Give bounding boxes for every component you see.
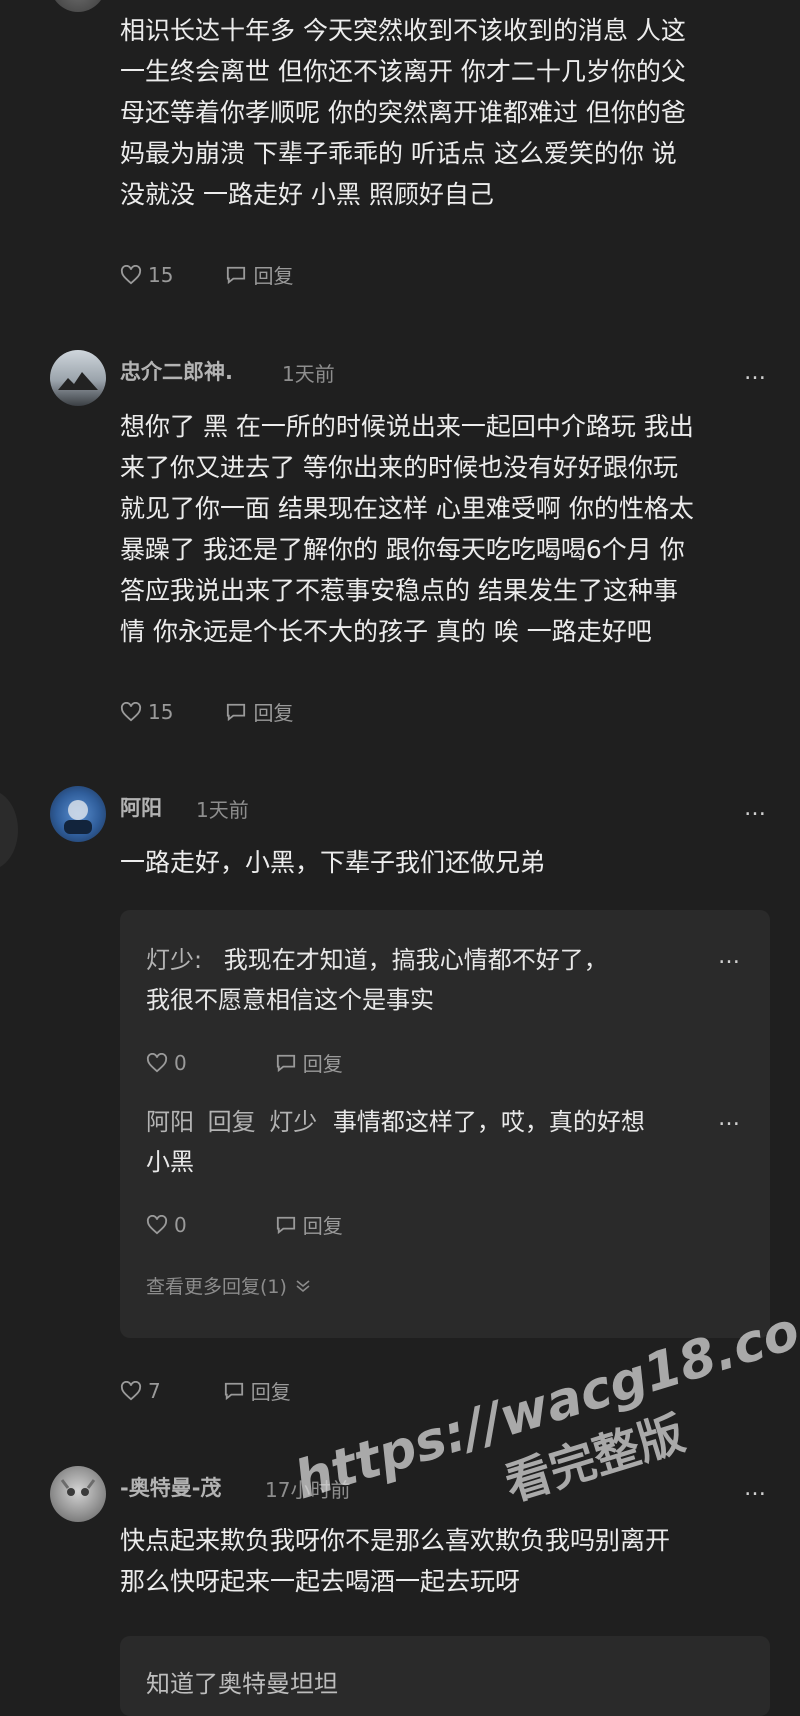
reply-button[interactable]: 回复 (225, 697, 293, 726)
ellipsis-icon[interactable]: … (744, 796, 768, 821)
like-button[interactable]: 0 (146, 1051, 187, 1075)
comment-2-body: 想你了 黑 在一所的时候说出来一起回中介路玩 我出 来了你又进去了 等你出来的时… (120, 406, 780, 652)
reply-label: 回复 (250, 1380, 291, 1404)
username[interactable]: 阿阳 (120, 792, 162, 822)
reply-button[interactable]: 回复 (225, 260, 293, 289)
comment-1-line-1: 相识长达十年多 今天突然收到不该收到的消息 人这 (120, 16, 686, 45)
reply-2-actions: 0 回复 (146, 1210, 343, 1239)
reply-1-line-2: 我很不愿意相信这个是事实 (146, 986, 434, 1014)
comment-1-line-3: 母还等着你孝顺呢 你的突然离开谁都难过 但你的爸 (120, 98, 686, 127)
like-count: 7 (148, 1378, 161, 1403)
reply-1: 灯少: 我现在才知道，搞我心情都不好了， 我很不愿意相信这个是事实 (146, 940, 706, 1020)
avatar-image (60, 1479, 96, 1496)
heart-outline-icon (120, 264, 142, 284)
comment-4-line-2: 那么快呀起来一起去喝酒一起去玩呀 (120, 1567, 521, 1596)
reply-label: 回复 (302, 1214, 343, 1238)
comment-3-actions: 7 回复 (120, 1376, 291, 1405)
reply-2-line-2: 小黑 (146, 1148, 194, 1176)
reply-1-line-1: 灯少: 我现在才知道，搞我心情都不好了， (146, 940, 706, 980)
comment-bubble-icon (276, 1216, 295, 1234)
like-count: 0 (174, 1050, 187, 1075)
heart-outline-icon (120, 1380, 142, 1400)
comment-2-line-5: 答应我说出来了不惹事安稳点的 结果发生了这种事 (120, 576, 678, 605)
replies-panel: 知道了奥特曼坦坦 (120, 1636, 770, 1716)
ellipsis-icon[interactable]: … (744, 360, 768, 385)
comment-bubble-icon (227, 703, 246, 721)
like-count: 15 (148, 262, 174, 287)
reply-label: 回复 (253, 264, 294, 288)
reply-1-text-a: 我现在才知道，搞我心情都不好了， (223, 946, 608, 974)
timestamp: 1天前 (282, 362, 335, 386)
reply-2: 阿阳 回复 灯少 事情都这样了，哎，真的好想 小黑 (146, 1102, 706, 1182)
comment-bubble-icon (276, 1054, 295, 1072)
like-button[interactable]: 7 (120, 1379, 161, 1403)
comment-2-actions: 15 回复 (120, 697, 293, 726)
comment-2-line-1: 想你了 黑 在一所的时候说出来一起回中介路玩 我出 (120, 412, 694, 441)
reply-button[interactable]: 回复 (223, 1376, 291, 1405)
timestamp: 1天前 (196, 798, 249, 822)
chevron-down-icon (296, 1279, 310, 1292)
comment-2-line-2: 来了你又进去了 等你出来的时候也没有好好跟你玩 (120, 453, 678, 482)
reply-target[interactable]: 灯少 (269, 1108, 317, 1136)
heart-outline-icon (146, 1214, 168, 1234)
username[interactable]: -奥特曼-茂 (120, 1472, 221, 1502)
like-count: 0 (174, 1212, 187, 1237)
partial-reply: 知道了奥特曼坦坦 (146, 1670, 338, 1698)
avatar[interactable] (50, 1466, 106, 1522)
comment-3-body: 一路走好，小黑，下辈子我们还做兄弟 (120, 848, 546, 877)
side-scroll-indicator (0, 790, 18, 870)
avatar-image (64, 800, 92, 834)
reply-2-text-a: 事情都这样了，哎，真的好想 (332, 1108, 645, 1136)
avatar-previous[interactable] (50, 0, 106, 12)
comment-1-line-5: 没就没 一路走好 小黑 照顾好自己 (120, 180, 494, 209)
heart-outline-icon (146, 1052, 168, 1072)
ellipsis-icon[interactable]: … (744, 1476, 768, 1501)
reply-author[interactable]: 灯少: (146, 946, 202, 974)
like-count: 15 (148, 699, 174, 724)
comment-1-actions: 15 回复 (120, 260, 293, 289)
reply-2-line-1: 阿阳 回复 灯少 事情都这样了，哎，真的好想 (146, 1102, 706, 1142)
heart-outline-icon (120, 701, 142, 721)
reply-word: 回复 (207, 1108, 256, 1136)
reply-label: 回复 (253, 701, 294, 725)
like-button[interactable]: 15 (120, 700, 173, 724)
reply-button[interactable]: 回复 (275, 1048, 343, 1077)
like-button[interactable]: 0 (146, 1213, 187, 1237)
avatar[interactable] (50, 786, 106, 842)
comment-bubble-icon (227, 266, 246, 284)
replies-panel: 灯少: 我现在才知道，搞我心情都不好了， 我很不愿意相信这个是事实 … 0 回复… (120, 910, 770, 1338)
avatar-image (58, 372, 98, 390)
comment-2-line-6: 情 你永远是个长不大的孩子 真的 唉 一路走好吧 (120, 617, 652, 646)
username[interactable]: 忠介二郎神. (120, 356, 233, 386)
comment-1-line-2: 一生终会离世 但你还不该离开 你才二十几岁你的父 (120, 57, 686, 86)
avatar[interactable] (50, 350, 106, 406)
reply-1-actions: 0 回复 (146, 1048, 343, 1077)
comment-bubble-icon (224, 1382, 243, 1400)
reply-button[interactable]: 回复 (275, 1210, 343, 1239)
reply-author[interactable]: 阿阳 (146, 1108, 194, 1136)
view-more-replies-button[interactable]: 查看更多回复(1) (146, 1272, 311, 1299)
ellipsis-icon[interactable]: … (718, 1106, 742, 1131)
reply-label: 回复 (302, 1052, 343, 1076)
comment-2-line-3: 就见了你一面 结果现在这样 心里难受啊 你的性格太 (120, 494, 694, 523)
comment-2-line-4: 暴躁了 我还是了解你的 跟你每天吃吃喝喝6个月 你 (120, 535, 685, 564)
comment-1: 相识长达十年多 今天突然收到不该收到的消息 人这 一生终会离世 但你还不该离开 … (120, 10, 780, 215)
like-button[interactable]: 15 (120, 263, 173, 287)
view-more-label: 查看更多回复(1) (146, 1276, 287, 1298)
ellipsis-icon[interactable]: … (718, 944, 742, 969)
comment-1-line-4: 妈最为崩溃 下辈子乖乖的 听话点 这么爱笑的你 说 (120, 139, 677, 168)
